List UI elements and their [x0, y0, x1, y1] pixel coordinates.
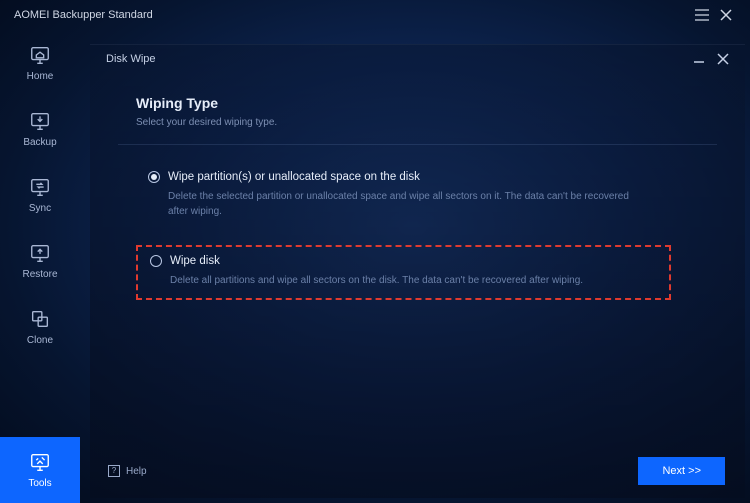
option-description: Delete all partitions and wipe all secto…	[170, 273, 650, 288]
sidebar-item-restore[interactable]: Restore	[0, 228, 80, 294]
restore-icon	[29, 242, 51, 264]
sync-icon	[29, 176, 51, 198]
sidebar-item-label: Backup	[23, 137, 56, 148]
dialog-footer: ? Help Next >>	[90, 444, 745, 498]
radio-icon	[148, 171, 160, 183]
option-wipe-partition[interactable]: Wipe partition(s) or unallocated space o…	[136, 163, 717, 229]
radio-icon	[150, 255, 162, 267]
option-label: Wipe disk	[170, 255, 220, 267]
sidebar-item-label: Clone	[27, 335, 53, 346]
home-icon	[29, 44, 51, 66]
sidebar-item-label: Restore	[22, 269, 57, 280]
sidebar-item-sync[interactable]: Sync	[0, 162, 80, 228]
option-label: Wipe partition(s) or unallocated space o…	[168, 171, 420, 183]
disk-wipe-dialog: Disk Wipe Wiping Type Select your desire…	[90, 44, 745, 498]
option-wipe-disk[interactable]: Wipe disk Delete all partitions and wipe…	[136, 245, 671, 300]
minimize-icon[interactable]	[687, 47, 711, 71]
next-button[interactable]: Next >>	[638, 457, 725, 485]
dialog-title: Disk Wipe	[106, 53, 156, 65]
backup-icon	[29, 110, 51, 132]
sidebar-item-label: Home	[27, 71, 54, 82]
sidebar-item-backup[interactable]: Backup	[0, 96, 80, 162]
section-title: Wiping Type	[136, 95, 717, 111]
close-icon[interactable]	[711, 47, 735, 71]
help-label: Help	[126, 466, 147, 477]
sidebar-item-label: Tools	[28, 478, 51, 489]
titlebar: AOMEI Backupper Standard	[0, 0, 750, 30]
tools-icon	[29, 451, 51, 473]
help-icon: ?	[108, 465, 120, 477]
sidebar: Home Backup Sync Restore Clone	[0, 30, 80, 503]
sidebar-item-label: Sync	[29, 203, 51, 214]
divider	[118, 144, 717, 145]
sidebar-item-home[interactable]: Home	[0, 30, 80, 96]
section-subtitle: Select your desired wiping type.	[136, 117, 717, 128]
clone-icon	[29, 308, 51, 330]
app-title: AOMEI Backupper Standard	[14, 9, 153, 21]
dialog-header: Disk Wipe	[90, 45, 745, 73]
sidebar-item-tools[interactable]: Tools	[0, 437, 80, 503]
menu-icon[interactable]	[690, 3, 714, 27]
sidebar-item-clone[interactable]: Clone	[0, 294, 80, 360]
help-link[interactable]: ? Help	[108, 465, 147, 477]
close-icon[interactable]	[714, 3, 738, 27]
option-description: Delete the selected partition or unalloc…	[168, 189, 648, 219]
